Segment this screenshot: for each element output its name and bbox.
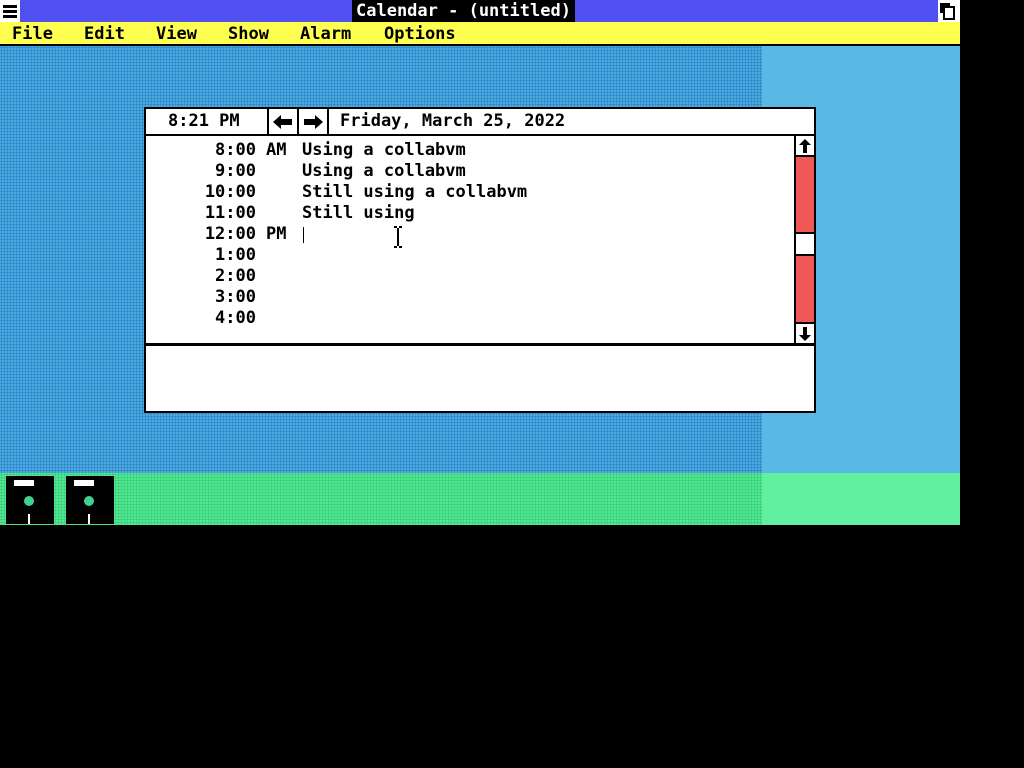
- schedule-row[interactable]: 2:00: [146, 266, 794, 287]
- window-title: Calendar - (untitled): [352, 0, 575, 22]
- time-slot: 1:00: [215, 245, 256, 265]
- ampm-label: AM: [266, 140, 287, 160]
- time-slot: 8:00: [215, 140, 256, 160]
- schedule-row[interactable]: 3:00: [146, 287, 794, 308]
- toolbar-divider: [327, 109, 329, 134]
- appointment-text[interactable]: Still using a collabvm: [302, 182, 527, 203]
- ibeam-cursor-icon: [394, 226, 402, 248]
- menu-file[interactable]: File: [12, 22, 53, 44]
- time-slot: 12:00: [204, 224, 256, 244]
- calendar-window: 8:21 PM Friday, March 25, 2022 8:00 AM U…: [144, 107, 816, 413]
- schedule-row[interactable]: 8:00 AM Using a collabvm: [146, 140, 794, 161]
- disk-drive-icon[interactable]: [6, 476, 54, 524]
- schedule-row[interactable]: 12:00 PM: [146, 224, 794, 245]
- appointment-text[interactable]: Using a collabvm: [302, 161, 466, 182]
- time-slot: 3:00: [215, 287, 256, 307]
- menu-edit[interactable]: Edit: [84, 22, 125, 44]
- menu-bar: File Edit View Show Alarm Options: [0, 22, 960, 46]
- scroll-thumb[interactable]: [796, 232, 814, 256]
- menu-view[interactable]: View: [156, 22, 197, 44]
- ampm-label: PM: [266, 224, 287, 244]
- system-menu-icon[interactable]: [0, 0, 20, 22]
- time-slot: 10:00: [204, 182, 256, 202]
- schedule-row[interactable]: 4:00: [146, 308, 794, 329]
- schedule-row[interactable]: 11:00 Still using: [146, 203, 794, 224]
- date-label: Friday, March 25, 2022: [340, 111, 566, 131]
- disk-drive-icon[interactable]: [66, 476, 114, 524]
- schedule-list[interactable]: 8:00 AM Using a collabvm 9:00 Using a co…: [146, 136, 794, 343]
- menu-show[interactable]: Show: [228, 22, 269, 44]
- screen: Calendar - (untitled) File Edit View Sho…: [0, 0, 960, 525]
- next-day-button[interactable]: [297, 109, 327, 134]
- time-slot: 2:00: [215, 266, 256, 286]
- time-slot: 4:00: [215, 308, 256, 328]
- right-arrow-icon: [304, 114, 323, 129]
- schedule-row[interactable]: 1:00: [146, 245, 794, 266]
- notes-area[interactable]: [146, 343, 814, 411]
- calendar-toolbar: 8:21 PM Friday, March 25, 2022: [146, 109, 814, 136]
- down-arrow-icon: [799, 326, 811, 341]
- menu-alarm[interactable]: Alarm: [300, 22, 351, 44]
- scroll-down-button[interactable]: [796, 322, 814, 343]
- schedule-row[interactable]: 9:00 Using a collabvm: [146, 161, 794, 182]
- time-slot: 11:00: [204, 203, 256, 223]
- previous-day-button[interactable]: [267, 109, 297, 134]
- vertical-scrollbar[interactable]: [794, 136, 814, 343]
- title-bar[interactable]: Calendar - (untitled): [0, 0, 960, 22]
- current-time: 8:21 PM: [168, 111, 240, 131]
- scroll-up-button[interactable]: [796, 136, 814, 157]
- appointment-text[interactable]: Still using: [302, 203, 415, 224]
- maximize-icon[interactable]: [938, 0, 960, 22]
- up-arrow-icon: [799, 138, 811, 153]
- left-arrow-icon: [273, 114, 292, 129]
- icon-area-edge: [762, 473, 960, 525]
- text-caret: [303, 227, 304, 243]
- schedule-row[interactable]: 10:00 Still using a collabvm: [146, 182, 794, 203]
- time-slot: 9:00: [215, 161, 256, 181]
- menu-options[interactable]: Options: [384, 22, 456, 44]
- appointment-text[interactable]: Using a collabvm: [302, 140, 466, 161]
